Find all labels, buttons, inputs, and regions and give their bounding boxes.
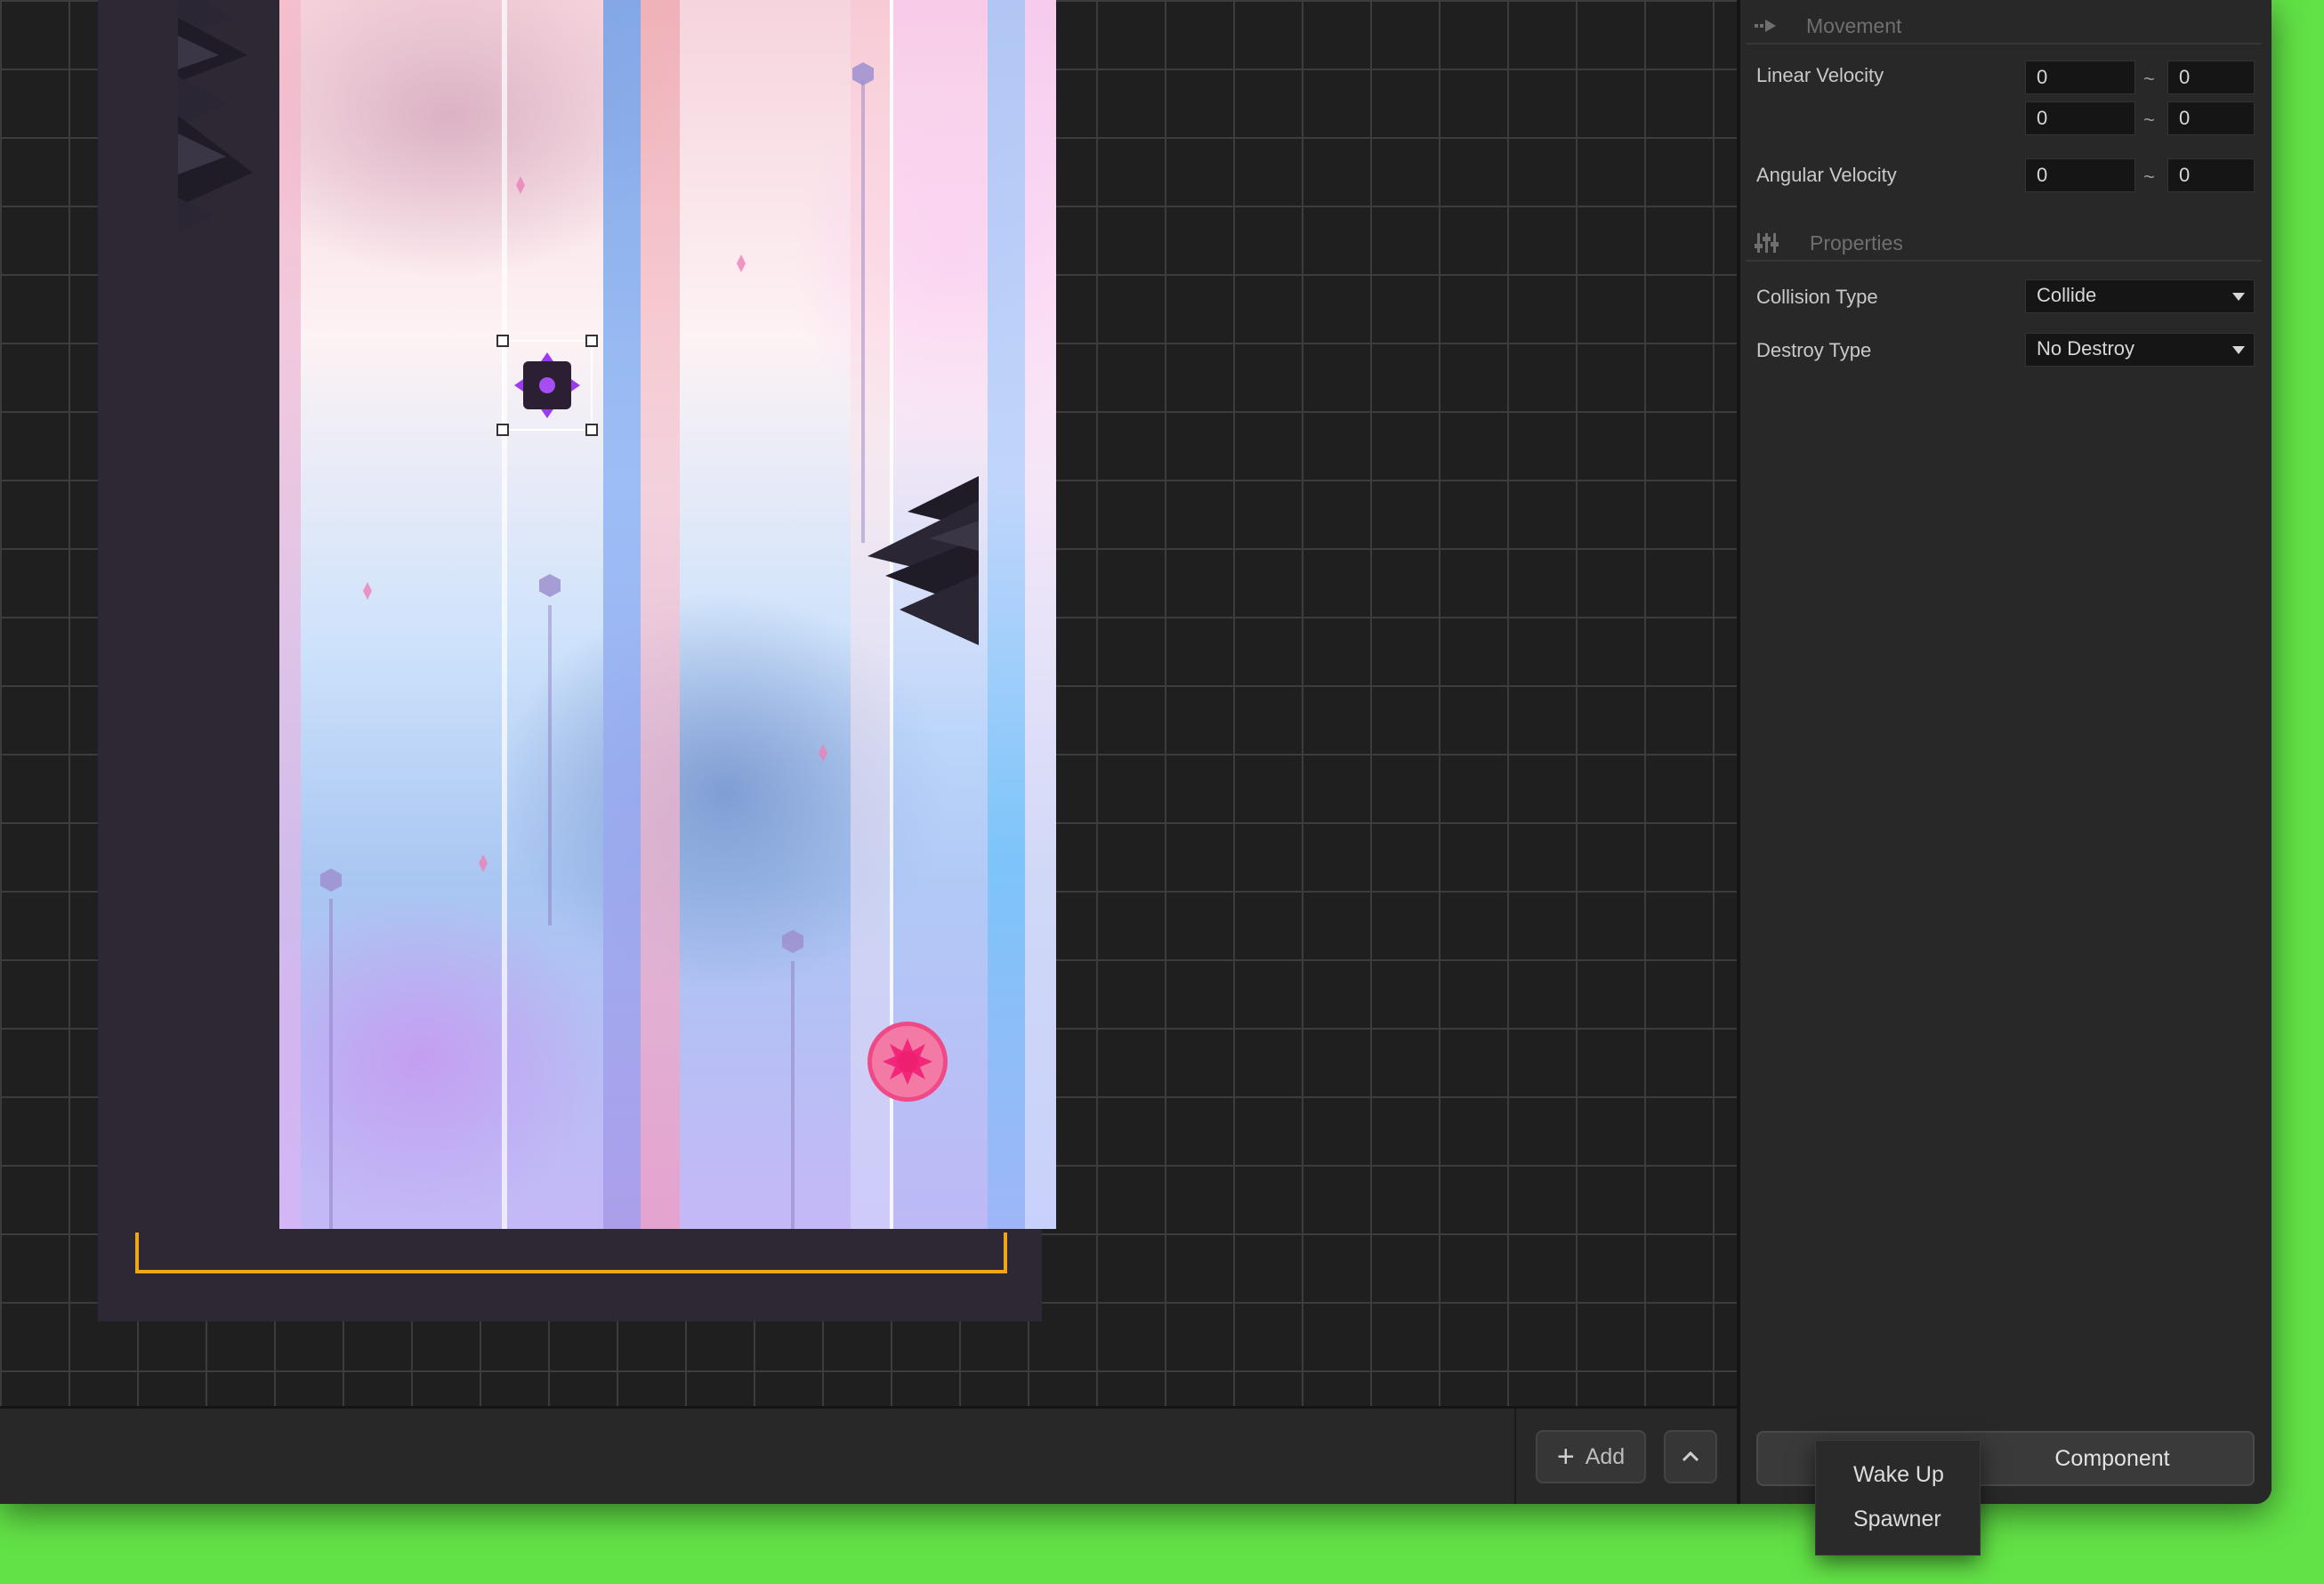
linear-velocity-label: Linear Velocity [1756,64,1884,86]
bg-stripe [1025,0,1056,1229]
linear-velocity-x-max-field[interactable]: 0 [2167,61,2255,94]
goal-zone-marker[interactable] [135,1232,1007,1273]
destroy-type-select[interactable]: No Destroy [2025,333,2255,367]
resize-handle-top-right[interactable] [585,335,598,347]
collision-type-label: Collision Type [1756,286,1878,308]
selection-box[interactable] [496,335,598,436]
destroy-type-value: No Destroy [2037,337,2135,360]
expand-button[interactable] [1664,1430,1717,1483]
bg-stripe [603,0,641,1229]
saw-blade-icon[interactable] [865,1019,950,1104]
resize-handle-bottom-right[interactable] [585,424,598,436]
range-separator: ~ [2143,68,2155,90]
bg-stripe [279,0,301,1229]
resize-handle-bottom-left[interactable] [496,424,509,436]
movement-section-title: Movement [1806,14,1902,37]
add-component-label: Component [2054,1445,2170,1471]
properties-section-title: Properties [1810,231,1903,255]
editor-window: + Add Movement Linear Velocity 0 ~ 0 0 ~… [0,0,2272,1504]
spark-particle [819,744,827,762]
spike-wall-left-icon[interactable] [178,0,258,233]
collision-type-value: Collide [2037,284,2097,306]
destroy-type-label: Destroy Type [1756,339,1872,361]
properties-section-header[interactable]: Properties [1746,230,2262,262]
spike-wall-right-icon[interactable] [867,476,979,645]
linear-velocity-y-min-field[interactable]: 0 [2025,101,2135,135]
linear-velocity-x-min-field[interactable]: 0 [2025,61,2135,94]
hex-node-icon [320,869,342,892]
stem [548,605,552,925]
caret-down-icon [2232,293,2245,301]
range-separator: ~ [2143,166,2155,188]
spark-particle [516,176,525,194]
menu-item-wake-up[interactable]: Wake Up [1853,1462,1944,1488]
spark-particle [363,582,372,600]
stem [791,961,795,1229]
component-type-menu: Wake Up Spawner [1815,1440,1981,1556]
chevron-up-icon [1682,1451,1699,1462]
spark-particle [737,255,746,272]
bg-stripe [641,0,680,1229]
stem [329,899,333,1229]
add-button-label: Add [1585,1443,1626,1469]
stem [861,80,865,543]
sliders-icon [1755,233,1779,253]
plus-icon: + [1556,1440,1575,1474]
angular-velocity-min-field[interactable]: 0 [2025,158,2135,192]
collision-type-select[interactable]: Collide [2025,279,2255,313]
resize-handle-top-left[interactable] [496,335,509,347]
bg-stripe [502,0,507,1229]
linear-velocity-y-max-field[interactable]: 0 [2167,101,2255,135]
hex-node-icon [782,930,803,953]
caret-down-icon [2232,346,2245,354]
add-button[interactable]: + Add [1536,1430,1646,1483]
scene-canvas[interactable] [0,0,1737,1406]
arrow-right-icon [1755,20,1776,32]
menu-item-spawner[interactable]: Spawner [1853,1507,1941,1532]
inspector-panel [1737,0,2272,1504]
range-separator: ~ [2143,109,2155,131]
bottom-toolbar: + Add [0,1406,1737,1504]
hex-node-icon [539,574,561,597]
toolbar-divider [1514,1409,1516,1504]
bg-stripe [988,0,1025,1229]
angular-velocity-max-field[interactable]: 0 [2167,158,2255,192]
angular-velocity-label: Angular Velocity [1756,164,1897,186]
spark-particle [479,854,488,872]
movement-section-header[interactable]: Movement [1746,12,2262,44]
